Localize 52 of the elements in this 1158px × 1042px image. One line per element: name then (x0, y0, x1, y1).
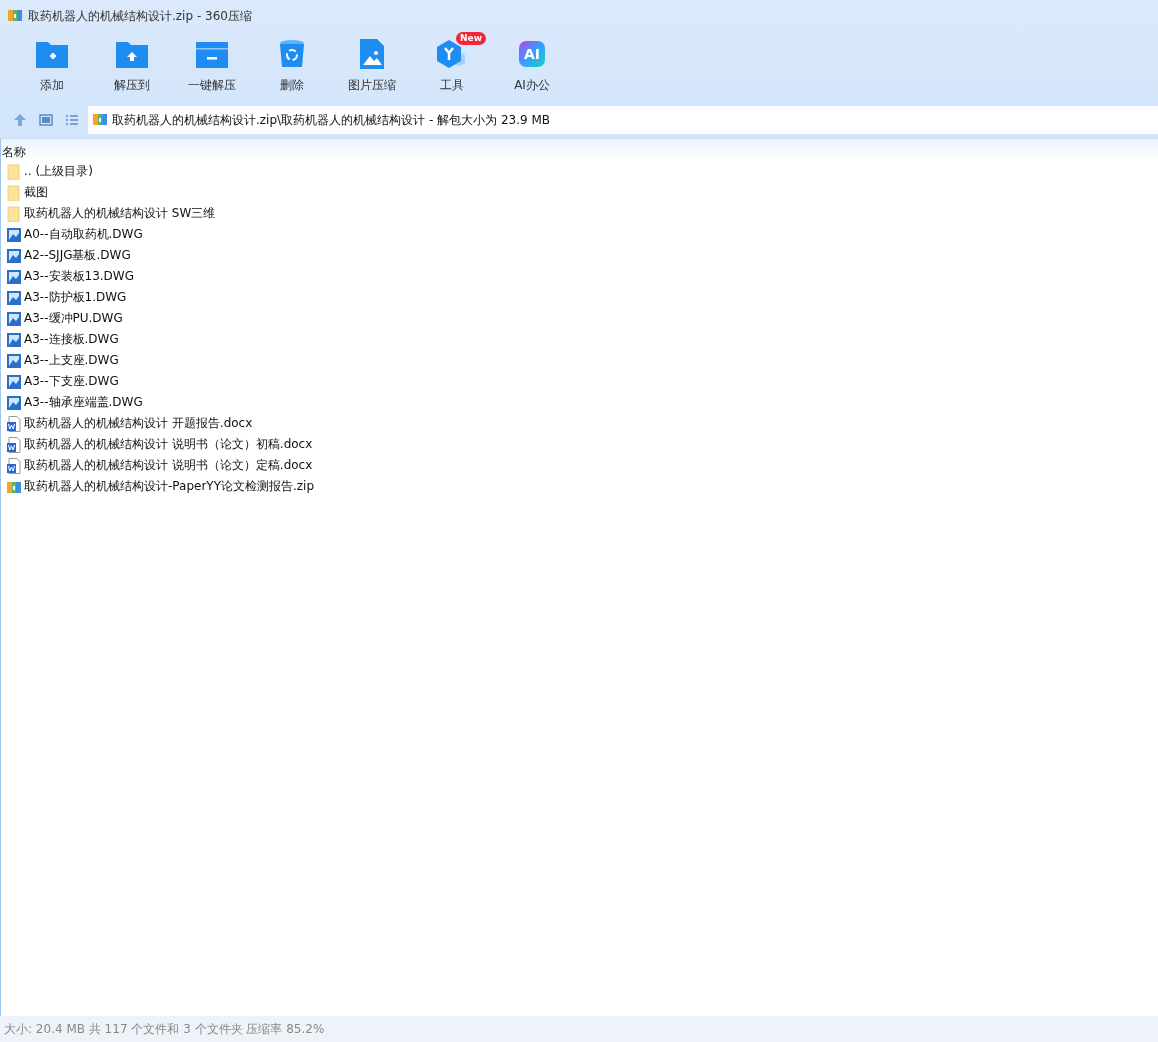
window-icon (39, 114, 53, 126)
word-document-icon (6, 436, 22, 453)
folder-plus-icon (35, 39, 69, 69)
toolbar-button[interactable]: 一键解压 (172, 32, 252, 102)
drawing-file-icon (6, 373, 22, 390)
file-name[interactable]: A3--连接板.DWG (24, 331, 119, 348)
drawing-file-icon (6, 226, 22, 243)
window-title: 取药机器人的机械结构设计.zip - 360压缩 (28, 7, 252, 25)
toolbar-button[interactable]: New 工具 (412, 32, 492, 102)
ai-logo-icon: AI (519, 41, 545, 67)
folder-minus-icon (195, 39, 229, 69)
word-document-icon (6, 415, 22, 432)
file-name[interactable]: 取药机器人的机械结构设计 SW三维 (24, 205, 216, 222)
file-name[interactable]: A3--安装板13.DWG (24, 268, 134, 285)
drawing-file-icon (6, 394, 22, 411)
file-name[interactable]: A3--防护板1.DWG (24, 289, 127, 306)
toolbar-button[interactable]: 删除 (252, 32, 332, 102)
file-name[interactable]: A2--SJJG基板.DWG (24, 247, 131, 264)
file-name[interactable]: 取药机器人的机械结构设计 说明书（论文）初稿.docx (24, 436, 313, 453)
drawing-file-icon (6, 352, 22, 369)
toolbar-button[interactable]: 添加 (12, 32, 92, 102)
file-name[interactable]: 取药机器人的机械结构设计 开题报告.docx (24, 415, 253, 432)
folder-icon (6, 205, 22, 222)
file-name[interactable]: A3--缓冲PU.DWG (24, 310, 123, 327)
file-name[interactable]: A3--下支座.DWG (24, 373, 119, 390)
image-file-icon (359, 38, 385, 70)
word-document-icon (6, 457, 22, 474)
drawing-file-icon (6, 289, 22, 306)
new-badge: New (456, 32, 486, 45)
status-bar: 大小: 20.4 MB 共 117 个文件和 3 个文件夹 压缩率 85.2% (0, 1016, 1158, 1042)
recycle-bin-icon (279, 39, 305, 69)
file-name[interactable]: A3--轴承座端盖.DWG (24, 394, 143, 411)
file-name[interactable]: .. (上级目录) (24, 163, 93, 180)
drawing-file-icon (6, 268, 22, 285)
file-name[interactable]: 取药机器人的机械结构设计 说明书（论文）定稿.docx (24, 457, 313, 474)
drawing-file-icon (6, 247, 22, 264)
address-field[interactable]: 取药机器人的机械结构设计.zip\取药机器人的机械结构设计 - 解包大小为 23.9 MB (88, 106, 1158, 134)
file-name[interactable]: A3--上支座.DWG (24, 352, 119, 369)
folder-icon (6, 184, 22, 201)
file-name[interactable]: 截图 (24, 184, 48, 201)
up-arrow-icon (13, 113, 27, 127)
file-name[interactable]: A0--自动取药机.DWG (24, 226, 143, 243)
toolbar-button[interactable]: 图片压缩 (332, 32, 412, 102)
drawing-file-icon (6, 310, 22, 327)
column-header[interactable]: 名称 (1, 139, 1158, 161)
list-icon (65, 114, 79, 126)
folder-icon (6, 163, 22, 180)
toolbar-button[interactable]: AI AI办公 (492, 32, 572, 102)
toolbar-button[interactable]: 解压到 (92, 32, 172, 102)
file-name[interactable]: 取药机器人的机械结构设计-PaperYY论文检测报告.zip (24, 478, 315, 495)
drawing-file-icon (6, 331, 22, 348)
folder-up-arrow-icon (115, 39, 149, 69)
